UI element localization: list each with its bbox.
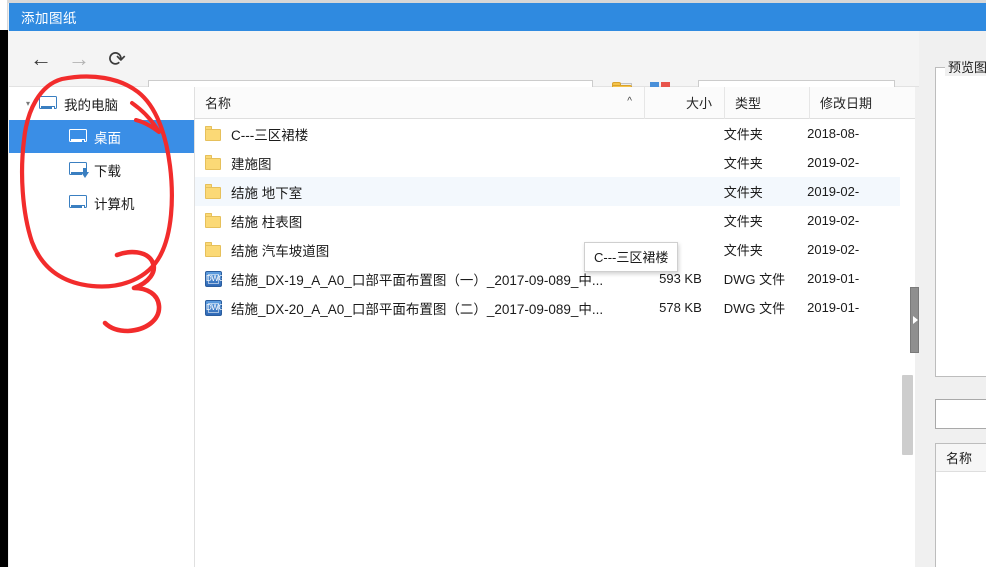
table-row[interactable]: DWG 结施_DX-19_A_A0_口部平面布置图（一）_2017-09-089_… (195, 264, 900, 293)
sort-ascending-icon: ^ (627, 95, 632, 107)
file-name-cell[interactable]: 结施 汽车坡道图 (195, 240, 635, 260)
file-type-cell: 文件夹 (723, 127, 763, 142)
arrow-right-icon: → (68, 46, 90, 71)
file-name-cell[interactable]: C---三区裙楼 (195, 124, 635, 144)
sidebar-item-3[interactable]: 计算机 (9, 186, 194, 219)
file-name-label: 结施 地下室 (231, 185, 303, 201)
file-size-cell: 578 KB (659, 300, 702, 315)
sidebar-item-1[interactable]: 桌面 (9, 120, 194, 153)
file-date-cell: 2019-02- (807, 242, 860, 257)
monitor-icon (69, 195, 87, 210)
file-name-cell[interactable]: 建施图 (195, 153, 635, 173)
file-name-cell[interactable]: 结施 地下室 (195, 182, 635, 202)
file-name-label: C---三区裙楼 (231, 127, 309, 143)
file-date-cell: 2019-02- (807, 184, 860, 199)
vertical-scrollbar-thumb[interactable] (902, 375, 913, 455)
column-header-name-label: 名称 (205, 96, 232, 111)
folder-icon (205, 155, 222, 170)
file-type-cell: 文件夹 (723, 185, 763, 200)
chevron-down-icon[interactable]: ▾ (23, 99, 33, 109)
file-date-cell: 2019-01- (807, 271, 860, 286)
column-header-type[interactable]: 类型 (725, 87, 810, 119)
column-header-type-label: 类型 (735, 96, 762, 111)
folder-icon (205, 126, 222, 141)
file-type-cell: DWG 文件 (723, 272, 786, 287)
refresh-icon: ⟳ (108, 47, 126, 71)
file-date-cell: 2019-02- (807, 213, 860, 228)
monitor-icon (39, 96, 57, 111)
file-name-cell[interactable]: DWG 结施_DX-19_A_A0_口部平面布置图（一）_2017-09-089_… (195, 269, 635, 289)
folder-icon (205, 213, 222, 228)
sidebar-item-label: 下载 (94, 163, 121, 179)
file-name-label: 结施 柱表图 (231, 214, 303, 230)
preview-image-group (935, 67, 986, 377)
window-title-bar: 添加图纸 (9, 3, 986, 31)
monitor-icon (69, 129, 87, 144)
file-type-cell: 文件夹 (723, 243, 763, 258)
column-header-size[interactable]: 大小 (645, 87, 725, 119)
sidebar-item-label: 计算机 (94, 196, 135, 212)
arrow-left-icon: ← (30, 46, 52, 71)
window-title: 添加图纸 (21, 11, 77, 26)
file-type-cell: 文件夹 (723, 214, 763, 229)
window-left-edge-top (0, 0, 8, 30)
table-row[interactable]: 结施 柱表图 文件夹 2019-02- (195, 206, 900, 235)
file-name-cell[interactable]: DWG 结施_DX-20_A_A0_口部平面布置图（二）_2017-09-089_… (195, 298, 635, 318)
file-date-cell: 2018-08- (807, 126, 860, 141)
sidebar-item-label: 桌面 (94, 130, 121, 146)
file-list-rows[interactable]: C---三区裙楼 文件夹 2018-08- 建施图 文件夹 2019-02- 结施 地下室文… (195, 119, 900, 531)
pane-splitter-handle[interactable] (910, 287, 919, 353)
folder-icon (205, 184, 222, 199)
table-row[interactable]: 结施 汽车坡道图 文件夹 2019-02- (195, 235, 900, 264)
file-name-label: 结施_DX-19_A_A0_口部平面布置图（一）_2017-09-089_中..… (231, 272, 604, 288)
navigation-toolbar: ← → ⟳ ▸ 桌面 ▸ CAD图 ▸ ▾ + ▾ (9, 31, 986, 107)
sidebar-item-0[interactable]: ▾ 我的电脑 (9, 87, 194, 120)
table-row[interactable]: DWG 结施_DX-20_A_A0_口部平面布置图（二）_2017-09-089_… (195, 293, 900, 322)
dwg-file-icon: DWG (205, 270, 225, 287)
preview-image-label: 预览图 (945, 57, 986, 76)
window-left-edge (0, 30, 8, 567)
table-row[interactable]: 建施图 文件夹 2019-02- (195, 148, 900, 177)
file-name-tooltip: C---三区裙楼 (584, 242, 679, 272)
monitor-download-icon (69, 162, 89, 178)
file-size-cell: 593 KB (659, 271, 702, 286)
table-row[interactable]: C---三区裙楼 文件夹 2018-08- (195, 119, 900, 148)
column-header-size-label: 大小 (685, 96, 712, 111)
sidebar-item-2[interactable]: 下载 (9, 153, 194, 186)
navigation-tree[interactable]: ▾ 我的电脑桌面下载计算机 (9, 87, 195, 567)
file-type-cell: 文件夹 (723, 156, 763, 171)
name-list-box[interactable]: 名称 (935, 443, 986, 567)
folder-icon (205, 242, 222, 257)
column-header-date-label: 修改日期 (820, 96, 873, 111)
column-header-date[interactable]: 修改日期 (810, 87, 915, 119)
file-list-pane: 名称 ^ 大小 类型 修改日期 C---三区裙楼 文件夹 2018-08- 建施图 文件… (195, 87, 915, 567)
name-input-field[interactable] (935, 399, 986, 429)
table-row[interactable]: 结施 地下室 文件夹 2019-02- (195, 177, 900, 206)
file-name-cell[interactable]: 结施 柱表图 (195, 211, 635, 231)
file-date-cell: 2019-02- (807, 155, 860, 170)
name-list-column-header: 名称 (936, 444, 986, 472)
dwg-file-icon: DWG (205, 299, 225, 316)
file-name-label: 建施图 (231, 156, 272, 172)
preview-side-panel: 预览图 名称 (919, 31, 986, 567)
back-button[interactable]: ← (26, 44, 56, 74)
file-list-column-header: 名称 ^ 大小 类型 修改日期 (195, 87, 915, 119)
column-header-name[interactable]: 名称 ^ (195, 87, 645, 119)
refresh-button[interactable]: ⟳ (102, 44, 132, 74)
file-name-label: 结施_DX-20_A_A0_口部平面布置图（二）_2017-09-089_中..… (231, 301, 604, 317)
file-name-label: 结施 汽车坡道图 (231, 243, 330, 259)
sidebar-item-label: 我的电脑 (64, 97, 118, 113)
file-type-cell: DWG 文件 (723, 301, 786, 316)
forward-button[interactable]: → (64, 44, 94, 74)
file-dialog-window: 添加图纸 ← → ⟳ ▸ 桌面 ▸ CAD图 ▸ ▾ + (0, 0, 986, 567)
chevron-right-icon (913, 316, 918, 324)
file-date-cell: 2019-01- (807, 300, 860, 315)
